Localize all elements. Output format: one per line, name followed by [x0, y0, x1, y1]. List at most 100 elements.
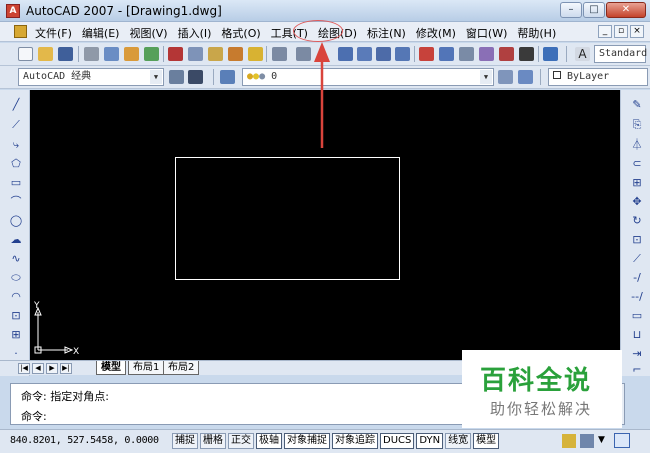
- ellipse-icon[interactable]: ⬭: [9, 271, 23, 285]
- pan-icon[interactable]: [338, 47, 353, 61]
- menu-modify[interactable]: 修改(M): [411, 25, 461, 41]
- minimize-button[interactable]: –: [560, 2, 582, 18]
- layer-previous-icon[interactable]: [518, 70, 533, 84]
- menu-view[interactable]: 视图(V): [124, 25, 172, 41]
- lock-icon[interactable]: [580, 434, 594, 448]
- design-center-icon[interactable]: [439, 47, 454, 61]
- make-block-icon[interactable]: ⊞: [9, 328, 23, 342]
- grid-toggle[interactable]: 栅格: [200, 433, 226, 449]
- workspace-select[interactable]: AutoCAD 经典 ▼: [18, 68, 164, 86]
- ellipse-arc-icon[interactable]: ◠: [9, 290, 23, 304]
- annotation-scale-icon[interactable]: [562, 434, 576, 448]
- menu-help[interactable]: 帮助(H): [512, 25, 561, 41]
- publish-icon[interactable]: [124, 47, 139, 61]
- revision-cloud-icon[interactable]: ☁: [9, 233, 23, 247]
- tool-palettes-icon[interactable]: [459, 47, 474, 61]
- document-icon[interactable]: [14, 25, 27, 38]
- menu-window[interactable]: 窗口(W): [461, 25, 512, 41]
- doc-restore-button[interactable]: ▫: [614, 25, 628, 38]
- polyline-icon[interactable]: ⤷: [9, 138, 23, 152]
- osnap-toggle[interactable]: 对象捕捉: [284, 433, 330, 449]
- help-icon[interactable]: [543, 47, 558, 61]
- clean-screen-icon[interactable]: [614, 433, 630, 448]
- command-prompt[interactable]: 命令:: [21, 408, 47, 424]
- menu-file[interactable]: 文件(F): [30, 25, 77, 41]
- workspace-settings-icon[interactable]: [169, 70, 184, 84]
- text-style-icon[interactable]: A: [575, 47, 590, 61]
- insert-block-icon[interactable]: ⊡: [9, 309, 23, 323]
- arc-icon[interactable]: ⌒: [9, 195, 23, 209]
- chamfer-icon[interactable]: ⇥: [630, 347, 644, 361]
- sheet-set-icon[interactable]: [479, 47, 494, 61]
- model-toggle[interactable]: 模型: [473, 433, 500, 449]
- autocad-app-icon[interactable]: A: [6, 4, 20, 18]
- doc-close-button[interactable]: ×: [630, 25, 644, 38]
- point-icon[interactable]: ·: [9, 347, 23, 361]
- polar-toggle[interactable]: 极轴: [256, 433, 282, 449]
- mirror-icon[interactable]: ⏃: [630, 138, 644, 152]
- next-tab-icon[interactable]: ▶: [46, 363, 58, 374]
- doc-minimize-button[interactable]: _: [598, 25, 612, 38]
- polygon-icon[interactable]: ⬠: [9, 157, 23, 171]
- layer-manager-icon[interactable]: [220, 70, 235, 84]
- text-style-select[interactable]: Standard: [594, 45, 647, 63]
- break-icon[interactable]: ▭: [630, 309, 644, 323]
- print-icon[interactable]: [84, 47, 99, 61]
- layer-select[interactable]: ●●● 0 ▼: [242, 68, 494, 86]
- stretch-icon[interactable]: ⟋: [630, 252, 644, 266]
- construction-line-icon[interactable]: ⟋: [9, 118, 23, 132]
- snap-toggle[interactable]: 捕捉: [172, 433, 198, 449]
- offset-icon[interactable]: ⊂: [630, 157, 644, 171]
- open-icon[interactable]: [38, 47, 53, 61]
- markup-icon[interactable]: [499, 47, 514, 61]
- undo-icon[interactable]: [272, 47, 287, 61]
- make-current-layer-icon[interactable]: [498, 70, 513, 84]
- first-tab-icon[interactable]: |◀: [18, 363, 30, 374]
- dyn-toggle[interactable]: DYN: [416, 433, 444, 449]
- move-icon[interactable]: ✥: [630, 195, 644, 209]
- color-select[interactable]: ByLayer: [548, 68, 648, 86]
- prev-tab-icon[interactable]: ◀: [32, 363, 44, 374]
- circle-icon[interactable]: ◯: [9, 214, 23, 228]
- tab-layout1[interactable]: 布局1: [128, 361, 165, 375]
- zoom-window-icon[interactable]: [376, 47, 391, 61]
- last-tab-icon[interactable]: ▶|: [60, 363, 72, 374]
- spline-icon[interactable]: ∿: [9, 252, 23, 266]
- properties-icon[interactable]: [419, 47, 434, 61]
- chevron-down-icon[interactable]: ▼: [598, 435, 605, 445]
- plot-preview-icon[interactable]: [104, 47, 119, 61]
- copy-icon[interactable]: [188, 47, 203, 61]
- save-icon[interactable]: [58, 47, 73, 61]
- trim-icon[interactable]: -/: [630, 271, 644, 285]
- ortho-toggle[interactable]: 正交: [228, 433, 254, 449]
- rotate-icon[interactable]: ↻: [630, 214, 644, 228]
- erase-icon[interactable]: ✎: [630, 98, 644, 112]
- join-icon[interactable]: ⊔: [630, 328, 644, 342]
- close-button[interactable]: ✕: [606, 2, 646, 18]
- menu-insert[interactable]: 插入(I): [173, 25, 217, 41]
- lineweight-toggle[interactable]: 线宽: [445, 433, 472, 449]
- menu-edit[interactable]: 编辑(E): [77, 25, 125, 41]
- scale-icon[interactable]: ⊡: [630, 233, 644, 247]
- save-workspace-icon[interactable]: [188, 70, 203, 84]
- new-icon[interactable]: [18, 47, 33, 61]
- drawn-rectangle[interactable]: [175, 157, 400, 280]
- 3d-dwf-icon[interactable]: [144, 47, 159, 61]
- zoom-realtime-icon[interactable]: [357, 47, 372, 61]
- paste-icon[interactable]: [208, 47, 223, 61]
- menu-dimension[interactable]: 标注(N): [362, 25, 411, 41]
- tab-model[interactable]: 模型: [96, 361, 126, 375]
- rectangle-icon[interactable]: ▭: [9, 176, 23, 190]
- otrack-toggle[interactable]: 对象追踪: [332, 433, 378, 449]
- zoom-previous-icon[interactable]: [395, 47, 410, 61]
- calculator-icon[interactable]: [519, 47, 534, 61]
- fillet-icon[interactable]: ⌐: [630, 363, 644, 377]
- block-editor-icon[interactable]: [248, 47, 263, 61]
- extend-icon[interactable]: --/: [630, 290, 644, 304]
- menu-format[interactable]: 格式(O): [216, 25, 265, 41]
- copy-object-icon[interactable]: ⎘: [630, 118, 644, 132]
- line-icon[interactable]: ╱: [9, 98, 23, 112]
- maximize-button[interactable]: □: [583, 2, 605, 18]
- tab-layout2[interactable]: 布局2: [163, 361, 200, 375]
- redo-icon[interactable]: [296, 47, 311, 61]
